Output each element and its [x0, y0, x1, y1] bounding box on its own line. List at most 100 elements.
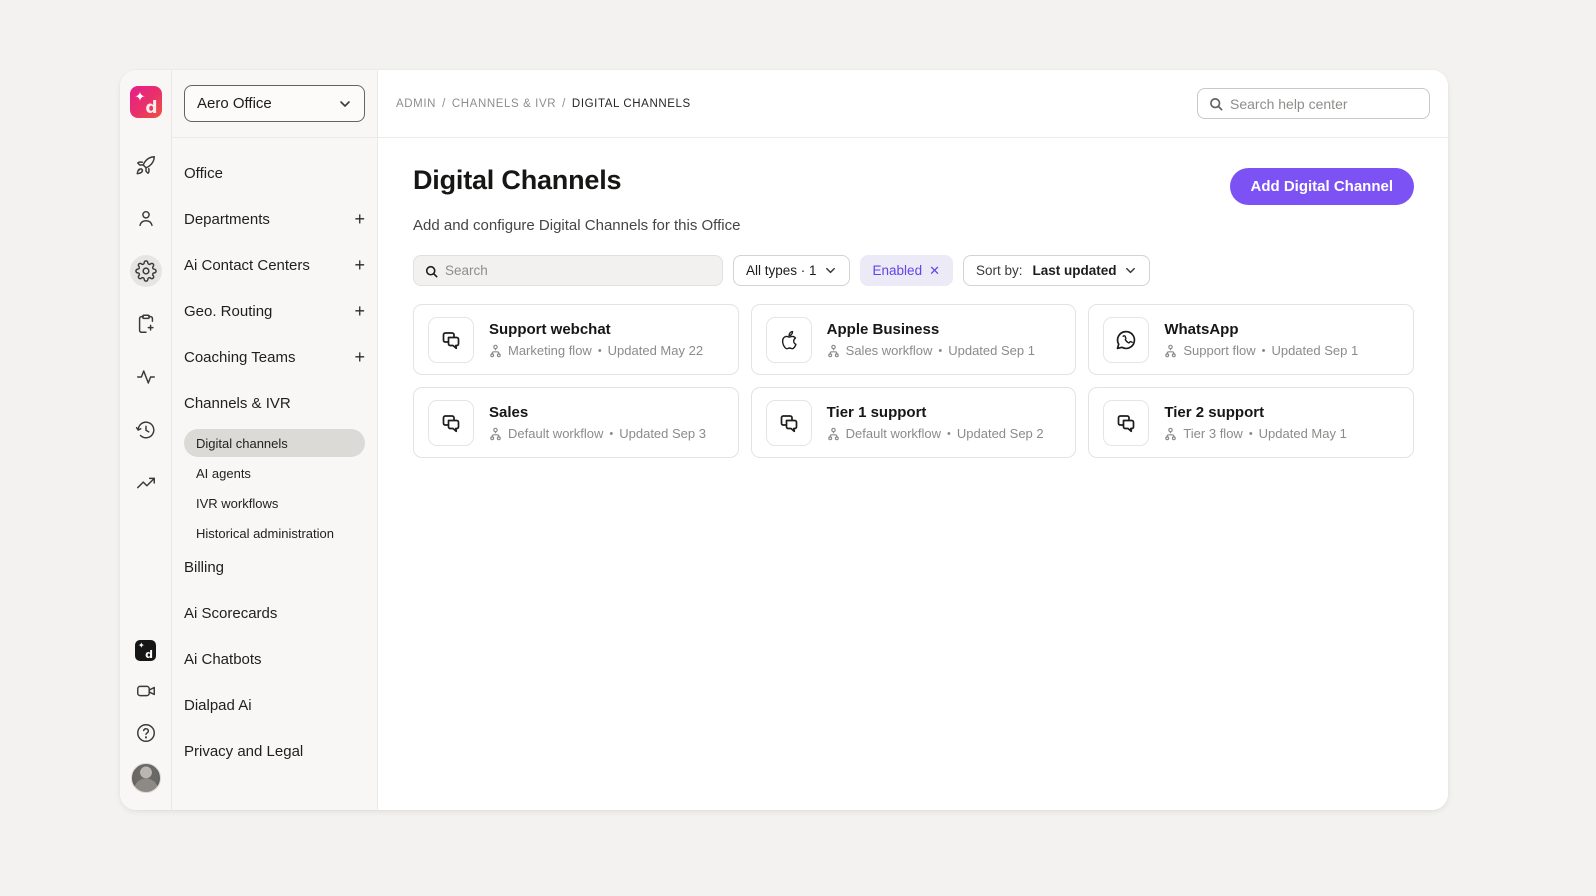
channel-workflow: Tier 3 flow [1183, 426, 1242, 441]
sidebar-item-ai-contact-centers[interactable]: Ai Contact Centers + [184, 255, 365, 275]
add-coaching-team-icon[interactable]: + [354, 349, 365, 365]
person-icon[interactable] [130, 202, 162, 234]
dialpad-mini-logo-icon[interactable]: ✦ d [135, 640, 156, 661]
sidebar-item-ai-chatbots[interactable]: Ai Chatbots [184, 649, 365, 669]
channel-card[interactable]: Tier 1 support Default workflow • Update… [751, 387, 1077, 458]
channel-meta: Support flow • Updated Sep 1 [1164, 343, 1358, 358]
channel-updated: Updated Sep 1 [948, 343, 1035, 358]
workflow-icon [1164, 344, 1177, 358]
channel-name: Tier 2 support [1164, 404, 1347, 421]
workflow-icon [827, 427, 840, 441]
breadcrumb-channels-ivr[interactable]: CHANNELS & IVR [452, 98, 556, 110]
sidebar-item-ai-scorecards[interactable]: Ai Scorecards [184, 603, 365, 623]
channel-name: Support webchat [489, 321, 703, 338]
workflow-icon [827, 344, 840, 358]
sidebar-subitem-ivr-workflows[interactable]: IVR workflows [184, 489, 365, 517]
breadcrumb: ADMIN / CHANNELS & IVR / DIGITAL CHANNEL… [396, 98, 691, 110]
channel-meta: Marketing flow • Updated May 22 [489, 343, 703, 358]
sidebar-item-billing[interactable]: Billing [184, 557, 365, 577]
activity-icon[interactable] [130, 361, 162, 393]
help-search[interactable] [1197, 88, 1430, 119]
sidebar-item-privacy-and-legal[interactable]: Privacy and Legal [184, 741, 365, 761]
dialpad-logo-icon[interactable]: ✦ d [130, 86, 162, 118]
channel-workflow: Marketing flow [508, 343, 592, 358]
channel-search-input[interactable] [445, 263, 712, 278]
add-digital-channel-button[interactable]: Add Digital Channel [1230, 168, 1415, 205]
channel-card[interactable]: Support webchat Marketing flow • Updated… [413, 304, 739, 375]
sidebar-nav: Office Departments + Ai Contact Centers … [172, 138, 377, 787]
trending-up-icon[interactable] [130, 467, 162, 499]
sidebar-item-channels-ivr[interactable]: Channels & IVR [184, 393, 365, 413]
channel-name: WhatsApp [1164, 321, 1358, 338]
channel-card[interactable]: Sales Default workflow • Updated Sep 3 [413, 387, 739, 458]
add-contact-center-icon[interactable]: + [354, 257, 365, 273]
sidebar-subitem-digital-channels[interactable]: Digital channels [184, 429, 365, 457]
video-icon[interactable] [134, 679, 158, 703]
webchat-icon [428, 317, 474, 363]
webchat-icon [428, 400, 474, 446]
workflow-icon [1164, 427, 1177, 441]
channel-updated: Updated Sep 3 [619, 426, 706, 441]
sidebar-item-dialpad-ai[interactable]: Dialpad Ai [184, 695, 365, 715]
channel-updated: Updated May 22 [608, 343, 703, 358]
channel-name: Apple Business [827, 321, 1035, 338]
channel-workflow: Support flow [1183, 343, 1255, 358]
icon-rail: ✦ d [120, 70, 172, 810]
enabled-filter-chip[interactable]: Enabled ✕ [860, 255, 953, 286]
add-geo-routing-icon[interactable]: + [354, 303, 365, 319]
breadcrumb-admin[interactable]: ADMIN [396, 98, 436, 110]
webchat-icon [1103, 400, 1149, 446]
chevron-down-icon [824, 264, 837, 277]
channel-meta: Default workflow • Updated Sep 2 [827, 426, 1044, 441]
page-content: Digital Channels Add Digital Channel Add… [378, 138, 1448, 458]
channel-card[interactable]: Tier 2 support Tier 3 flow • Updated May… [1088, 387, 1414, 458]
office-selector[interactable]: Aero Office [184, 85, 365, 122]
channel-workflow: Default workflow [508, 426, 603, 441]
search-icon [1208, 96, 1223, 111]
channel-name: Tier 1 support [827, 404, 1044, 421]
main-header: ADMIN / CHANNELS & IVR / DIGITAL CHANNEL… [378, 70, 1448, 138]
sidebar-header: Aero Office [172, 70, 377, 138]
history-icon[interactable] [130, 414, 162, 446]
admin-app-window: ✦ d [120, 70, 1448, 810]
sort-dropdown[interactable]: Sort by: Last updated [963, 255, 1150, 286]
channel-search[interactable] [413, 255, 723, 286]
whatsapp-icon [1103, 317, 1149, 363]
channel-updated: Updated Sep 1 [1271, 343, 1358, 358]
settings-sidebar: Aero Office Office Departments + Ai Cont… [172, 70, 378, 810]
channel-updated: Updated May 1 [1259, 426, 1347, 441]
sidebar-item-coaching-teams[interactable]: Coaching Teams + [184, 347, 365, 367]
search-icon [424, 264, 438, 278]
sidebar-subitem-historical-administration[interactable]: Historical administration [184, 519, 365, 547]
page-subtitle: Add and configure Digital Channels for t… [413, 217, 1414, 234]
channel-meta: Sales workflow • Updated Sep 1 [827, 343, 1035, 358]
rocket-icon[interactable] [130, 149, 162, 181]
workflow-icon [489, 427, 502, 441]
channel-card[interactable]: Apple Business Sales workflow • Updated … [751, 304, 1077, 375]
sidebar-item-geo-routing[interactable]: Geo. Routing + [184, 301, 365, 321]
filter-bar: All types · 1 Enabled ✕ Sort by: Last up… [413, 255, 1414, 286]
workflow-icon [489, 344, 502, 358]
user-avatar[interactable] [131, 763, 161, 793]
sidebar-item-office[interactable]: Office [184, 163, 365, 183]
chevron-down-icon [1124, 264, 1137, 277]
apple-icon [766, 317, 812, 363]
channel-updated: Updated Sep 2 [957, 426, 1044, 441]
channel-meta: Default workflow • Updated Sep 3 [489, 426, 706, 441]
channel-card[interactable]: WhatsApp Support flow • Updated Sep 1 [1088, 304, 1414, 375]
sidebar-subitem-ai-agents[interactable]: AI agents [184, 459, 365, 487]
rail-nav [130, 149, 162, 499]
add-departments-icon[interactable]: + [354, 211, 365, 227]
channel-name: Sales [489, 404, 706, 421]
rail-bottom: ✦ d [131, 640, 161, 793]
sidebar-item-departments[interactable]: Departments + [184, 209, 365, 229]
office-selector-value: Aero Office [197, 95, 272, 112]
help-icon[interactable] [134, 721, 158, 745]
channel-workflow: Sales workflow [846, 343, 933, 358]
help-search-input[interactable] [1230, 96, 1419, 112]
close-icon[interactable]: ✕ [929, 263, 940, 279]
gear-icon[interactable] [130, 255, 162, 287]
page-title: Digital Channels [413, 165, 621, 196]
type-filter-dropdown[interactable]: All types · 1 [733, 255, 850, 286]
clipboard-add-icon[interactable] [130, 308, 162, 340]
